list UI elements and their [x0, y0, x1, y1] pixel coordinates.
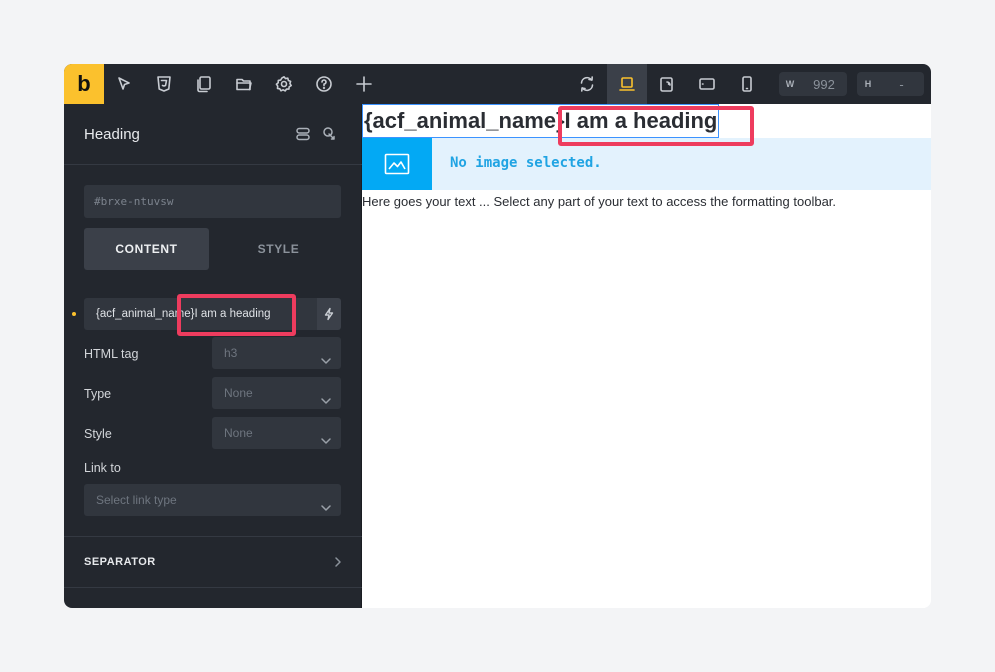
chevron-down-icon — [320, 387, 332, 404]
mobile-icon[interactable] — [727, 64, 767, 104]
laptop-icon[interactable] — [607, 64, 647, 104]
pages-icon[interactable] — [184, 64, 224, 104]
height-value[interactable]: - — [879, 77, 924, 92]
css3-icon[interactable] — [144, 64, 184, 104]
modified-indicator — [72, 312, 76, 316]
style-label: Style — [84, 427, 112, 441]
text-element[interactable]: Here goes your text ... Select any part … — [362, 194, 836, 209]
preview-canvas: {acf_animal_name}I am a heading No image… — [362, 104, 931, 608]
image-placeholder-icon — [362, 138, 432, 190]
width-value[interactable]: 992 — [801, 77, 847, 92]
element-picker-icon[interactable] — [319, 124, 339, 144]
separator-section-label: SEPARATOR — [84, 556, 156, 568]
tab-content[interactable]: CONTENT — [84, 228, 209, 270]
link-type-select[interactable]: Select link type — [84, 484, 341, 516]
chevron-down-icon — [320, 427, 332, 444]
dynamic-data-button[interactable] — [317, 298, 341, 330]
height-field[interactable]: H - — [857, 72, 924, 96]
width-field[interactable]: W 992 — [779, 72, 847, 96]
tablet-landscape-icon[interactable] — [647, 64, 687, 104]
style-select[interactable]: None — [212, 417, 341, 449]
chevron-down-icon — [320, 494, 332, 511]
pointer-icon[interactable] — [104, 64, 144, 104]
link-to-label: Link to — [84, 461, 121, 475]
chevron-down-icon — [320, 347, 332, 364]
height-key: H — [864, 79, 872, 89]
panel-title: Heading — [84, 126, 140, 143]
link-type-placeholder: Select link type — [96, 493, 177, 507]
chevron-right-icon — [332, 555, 344, 569]
lightning-icon — [324, 307, 334, 321]
width-key: W — [785, 79, 795, 89]
type-value: None — [224, 386, 253, 400]
html-tag-value: h3 — [224, 346, 238, 360]
structure-toggle-icon[interactable] — [293, 124, 313, 144]
heading-highlight-box — [558, 106, 754, 146]
type-label: Type — [84, 387, 112, 401]
builder-window: b W 992 H - Heading #brxe-ntuvsw CONTENT… — [64, 64, 931, 608]
bricks-logo[interactable]: b — [64, 64, 104, 104]
image-placeholder-text: No image selected. — [450, 155, 602, 171]
folder-icon[interactable] — [224, 64, 264, 104]
tab-style[interactable]: STYLE — [216, 228, 341, 270]
help-icon[interactable] — [304, 64, 344, 104]
style-value: None — [224, 426, 253, 440]
html-tag-select[interactable]: h3 — [212, 337, 341, 369]
html-tag-label: HTML tag — [84, 347, 139, 361]
type-select[interactable]: None — [212, 377, 341, 409]
top-toolbar: b W 992 H - — [64, 64, 931, 104]
panel-header: Heading — [64, 104, 362, 165]
element-settings-panel: Heading #brxe-ntuvsw CONTENT STYLE {acf_… — [64, 104, 362, 608]
settings-icon[interactable] — [264, 64, 304, 104]
element-id-field[interactable]: #brxe-ntuvsw — [84, 185, 341, 218]
separator-section[interactable]: SEPARATOR — [64, 536, 362, 588]
input-highlight-box — [177, 294, 296, 336]
tablet-icon[interactable] — [687, 64, 727, 104]
undo-redo-icon[interactable] — [567, 64, 607, 104]
add-icon[interactable] — [344, 64, 384, 104]
